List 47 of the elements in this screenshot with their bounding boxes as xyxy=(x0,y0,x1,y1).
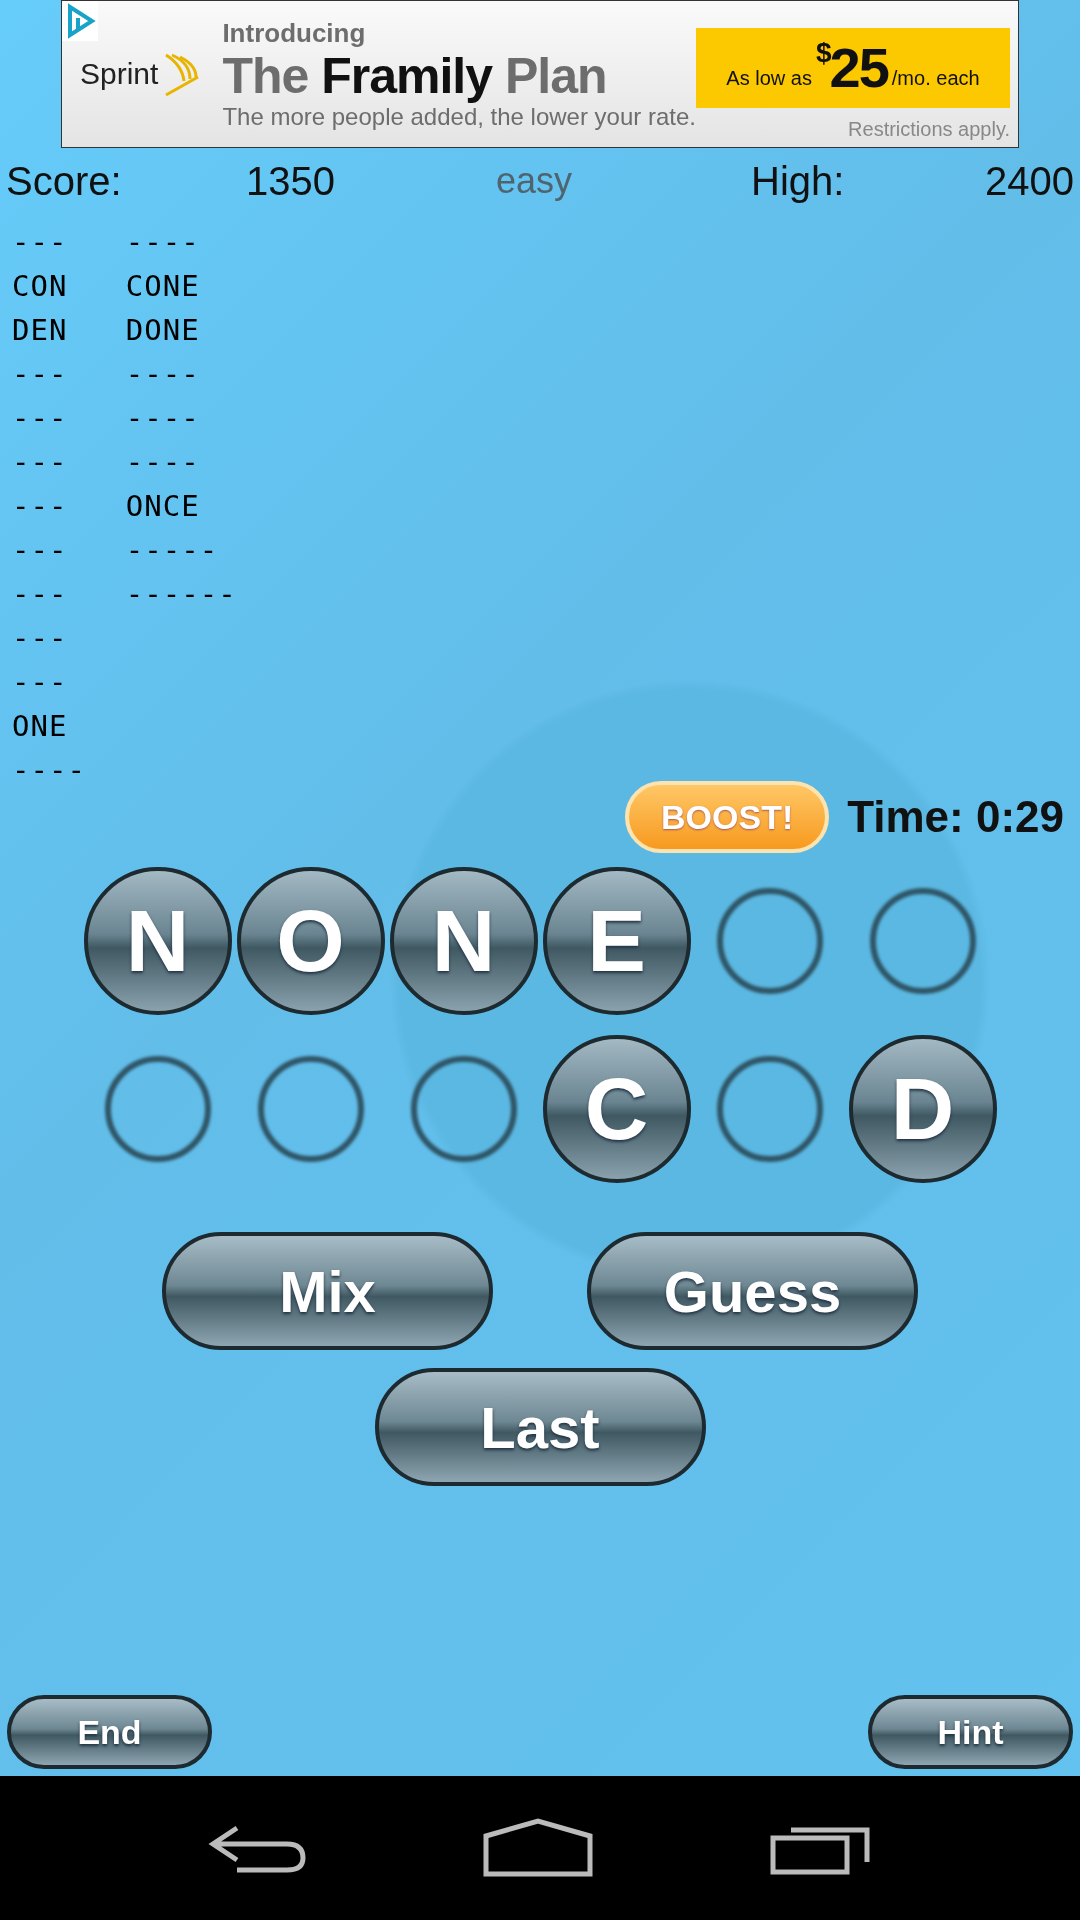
word-entry: DONE xyxy=(125,312,200,349)
word-entry: ONCE xyxy=(125,488,200,525)
price-badge: As low as $25/mo. each xyxy=(696,27,1010,108)
word-entry: --- xyxy=(12,620,68,657)
score-label: Score: xyxy=(6,158,123,204)
word-entry: ---- xyxy=(125,400,200,437)
end-button[interactable]: End xyxy=(7,1695,212,1769)
timer: Time: 0:29 xyxy=(847,792,1064,842)
letter-tile[interactable]: E xyxy=(542,867,691,1015)
ad-headline: The Framily Plan xyxy=(222,48,608,103)
word-entry: --- xyxy=(12,488,68,525)
high-label: High: xyxy=(751,158,846,204)
word-entry: ----- xyxy=(125,532,219,569)
difficulty-label: easy xyxy=(496,160,574,202)
word-entry: ---- xyxy=(125,224,200,261)
word-entry: --- xyxy=(12,356,68,393)
word-entry: ------ xyxy=(125,576,237,613)
word-entry: ONE xyxy=(12,708,68,745)
word-entry: --- xyxy=(12,400,68,437)
word-entry: --- xyxy=(12,664,68,701)
ad-disclaimer: Restrictions apply. xyxy=(848,117,1010,141)
letter-tile[interactable]: C xyxy=(542,1035,691,1183)
word-entry: --- xyxy=(12,444,68,481)
word-entry: CON xyxy=(12,268,68,305)
play-icon xyxy=(62,1,98,41)
word-entry: ---- xyxy=(125,444,200,481)
word-entry: DEN xyxy=(12,312,68,349)
last-button[interactable]: Last xyxy=(374,1368,706,1486)
letter-tile[interactable]: D xyxy=(848,1035,997,1183)
ad-intro: Introducing xyxy=(222,17,367,49)
ad-tagline: The more people added, the lower your rate. xyxy=(222,102,696,131)
word-entry: ---- xyxy=(125,356,200,393)
word-entry: --- xyxy=(12,532,68,569)
home-icon[interactable] xyxy=(482,1818,594,1878)
word-entry: CONE xyxy=(125,268,200,305)
letter-tile[interactable]: N xyxy=(83,867,232,1015)
high-value: 2400 xyxy=(985,158,1074,204)
hint-button[interactable]: Hint xyxy=(868,1695,1073,1769)
word-entry: --- xyxy=(12,576,68,613)
mix-button[interactable]: Mix xyxy=(162,1232,493,1350)
brand-name: Sprint xyxy=(80,57,159,91)
letter-tile[interactable]: N xyxy=(389,867,538,1015)
score-value: 1350 xyxy=(246,158,336,204)
word-entry: --- xyxy=(12,224,68,261)
letter-tile[interactable]: O xyxy=(236,867,385,1015)
word-entry: ---- xyxy=(12,752,86,789)
guess-button[interactable]: Guess xyxy=(587,1232,918,1350)
